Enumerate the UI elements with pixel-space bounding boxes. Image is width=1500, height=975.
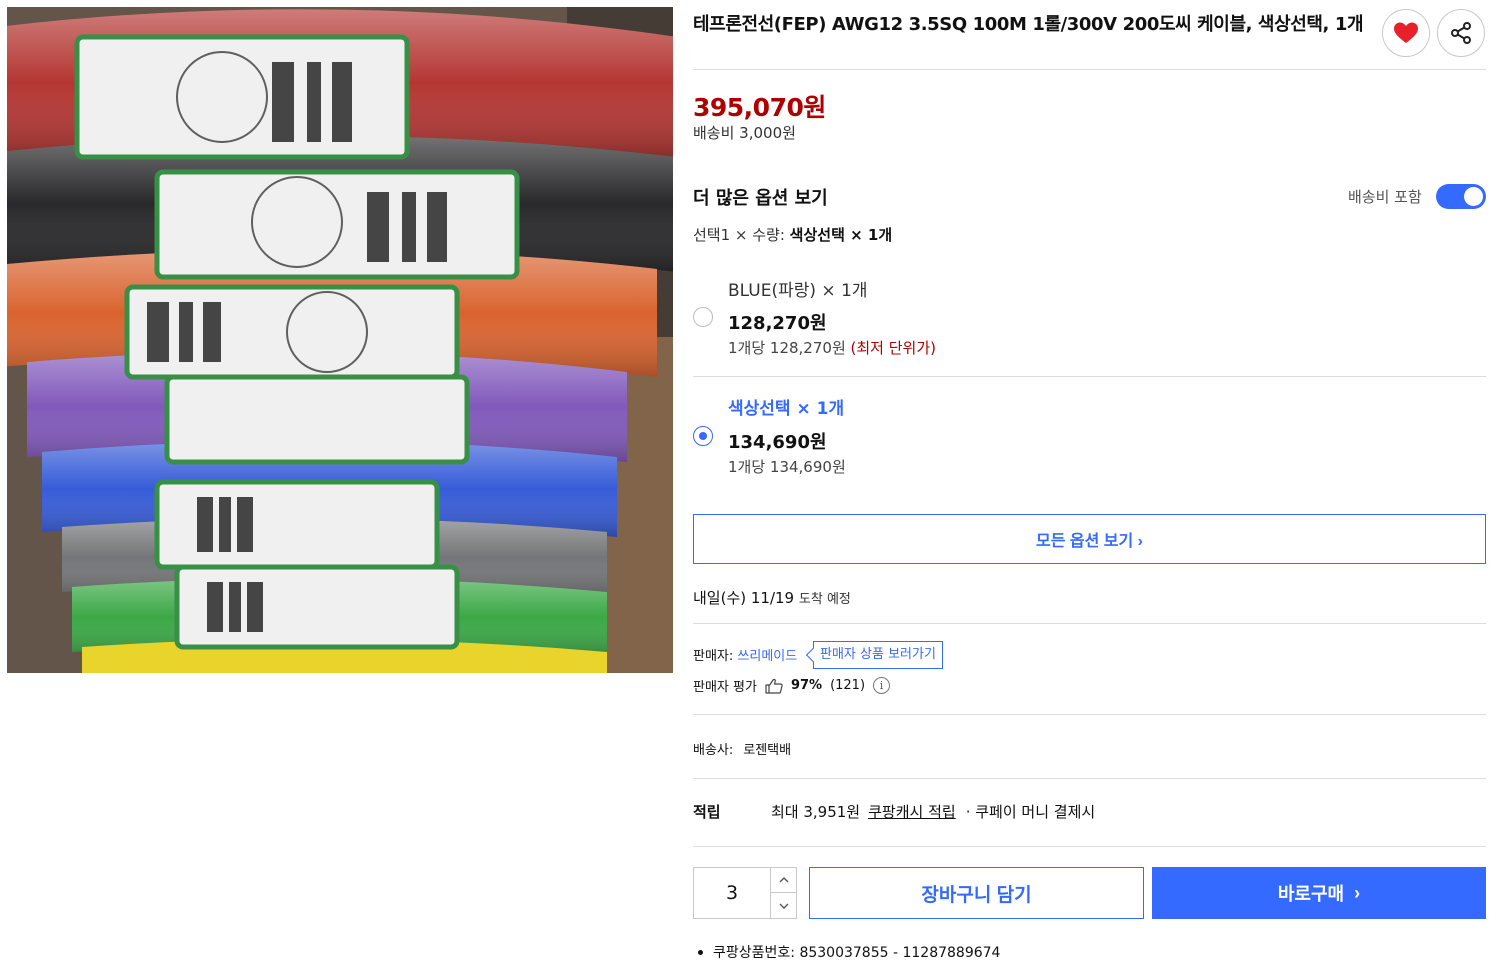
- product-info-panel: 테프론전선(FEP) AWG12 3.5SQ 100M 1롤/300V 200도…: [693, 0, 1486, 975]
- option-item[interactable]: 색상선택 × 1개 134,690원 1개당 134,690원: [693, 391, 1486, 487]
- heart-icon: [1394, 22, 1418, 43]
- lowest-unit-badge: (최저 단위가): [850, 339, 937, 357]
- chevron-up-icon: [779, 877, 789, 883]
- selected-value: 색상선택 × 1개: [789, 226, 893, 244]
- share-button[interactable]: [1437, 9, 1485, 57]
- divider: [693, 69, 1486, 70]
- product-image: [7, 7, 673, 673]
- selected-option-summary: 선택1 × 수량: 색상선택 × 1개: [693, 224, 892, 245]
- seller-products-button[interactable]: 판매자 상품 보러가기: [813, 641, 943, 669]
- courier-row: 배송사: 로젠택배: [693, 739, 791, 758]
- quantity-steps: [770, 868, 797, 918]
- option-radio[interactable]: [693, 307, 713, 327]
- unit-price-text: 1개당 128,270원: [728, 339, 846, 357]
- option-unit-price: 1개당 134,690원: [728, 456, 846, 477]
- thumbs-up-icon: [765, 678, 783, 694]
- coupang-cash-link[interactable]: 쿠팡캐시 적립: [868, 803, 956, 821]
- option-price: 134,690원: [728, 432, 827, 453]
- delivery-estimate: 내일(수) 11/19 도착 예정: [693, 587, 851, 608]
- info-icon[interactable]: i: [873, 677, 891, 694]
- shipping-included-toggle[interactable]: [1436, 184, 1486, 209]
- courier-name: 로젠택배: [743, 743, 792, 758]
- wishlist-button[interactable]: [1382, 9, 1430, 57]
- rating-label: 판매자 평가: [693, 680, 757, 695]
- option-radio-selected[interactable]: [693, 426, 713, 446]
- seller-label: 판매자:: [693, 649, 738, 664]
- quantity-stepper: [693, 867, 797, 919]
- sale-price: 395,070원: [693, 93, 826, 122]
- product-title: 테프론전선(FEP) AWG12 3.5SQ 100M 1롤/300V 200도…: [693, 14, 1364, 35]
- rating-count: (121): [830, 678, 866, 693]
- quantity-increase-button[interactable]: [771, 868, 797, 893]
- divider: [693, 846, 1486, 847]
- share-icon: [1451, 22, 1471, 44]
- buy-now-button[interactable]: 바로구매 ›: [1152, 867, 1486, 919]
- more-options-heading: 더 많은 옵션 보기: [693, 188, 828, 209]
- option-price: 128,270원: [728, 313, 827, 334]
- cable-rolls-photo: [7, 7, 673, 673]
- shipping-included-label: 배송비 포함: [1348, 188, 1422, 206]
- option-item[interactable]: BLUE(파랑) × 1개 128,270원 1개당 128,270원 (최저 …: [693, 272, 1486, 368]
- seller-name-link[interactable]: 쓰리메이드: [737, 649, 797, 664]
- divider: [693, 376, 1486, 377]
- option-unit-price: 1개당 128,270원 (최저 단위가): [728, 337, 936, 358]
- reward-pay-note: · 쿠페이 머니 결제시: [965, 803, 1096, 821]
- product-number-text: 쿠팡상품번호: 8530037855 - 11287889674: [713, 945, 1001, 961]
- quantity-input[interactable]: [694, 868, 770, 918]
- unit-price-text: 1개당 134,690원: [728, 458, 846, 476]
- divider: [693, 778, 1486, 779]
- chevron-right-icon: ›: [1354, 882, 1361, 903]
- chevron-down-icon: [779, 903, 789, 909]
- selected-prefix: 선택1 × 수량:: [693, 226, 790, 244]
- seller-rating-row: 판매자 평가 97% (121) i: [693, 676, 891, 695]
- courier-label: 배송사:: [693, 743, 734, 758]
- buy-now-label: 바로구매: [1277, 884, 1345, 904]
- reward-label: 적립: [693, 803, 721, 821]
- seller-row: 판매자: 쓰리메이드: [693, 645, 797, 664]
- delivery-suffix: 도착 예정: [798, 592, 851, 607]
- delivery-date: 내일(수) 11/19: [693, 589, 795, 607]
- quantity-decrease-button[interactable]: [771, 893, 797, 918]
- shipping-fee: 배송비 3,000원: [693, 124, 796, 142]
- divider: [693, 714, 1486, 715]
- divider: [693, 623, 1486, 624]
- add-to-cart-button[interactable]: 장바구니 담기: [809, 867, 1144, 919]
- option-name: 색상선택 × 1개: [728, 399, 845, 419]
- reward-row: 적립 최대 3,951원 쿠팡캐시 적립 · 쿠페이 머니 결제시: [693, 801, 1095, 822]
- option-name: BLUE(파랑) × 1개: [728, 281, 868, 301]
- all-options-button[interactable]: 모든 옵션 보기 ›: [693, 514, 1486, 564]
- toggle-knob: [1464, 187, 1483, 206]
- product-number: 쿠팡상품번호: 8530037855 - 11287889674: [697, 942, 1001, 962]
- reward-max: 최대 3,951원: [771, 803, 861, 821]
- rating-percent: 97%: [790, 678, 823, 693]
